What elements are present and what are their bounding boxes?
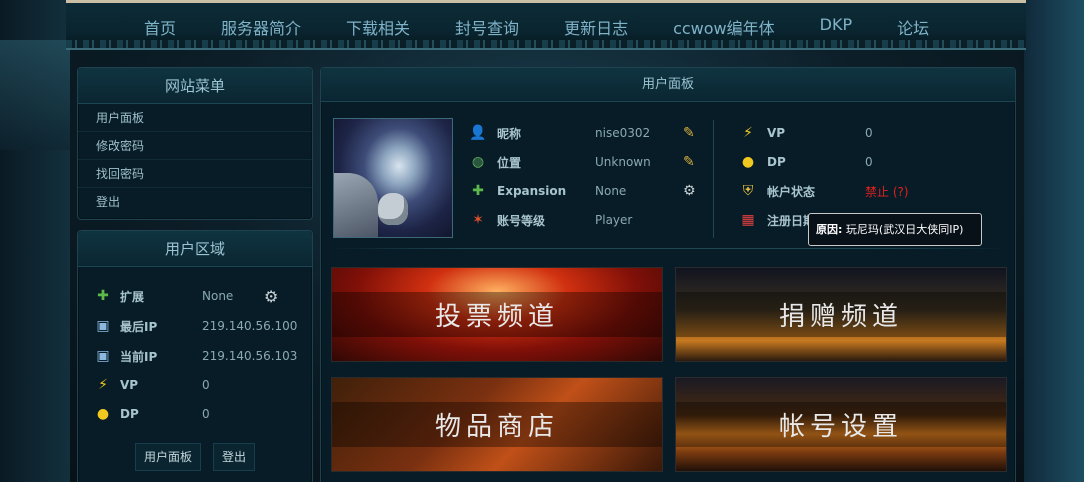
info-row-expansion: ✚ Expansion None ⚙ [469,181,696,201]
calendar-icon: ▦ [741,212,755,228]
main-panel-title: 用户面板 [321,68,1015,102]
site-menu-title: 网站菜单 [78,68,312,104]
tile-donate[interactable]: 捐赠频道 [675,267,1007,362]
pencil-icon[interactable]: ✎ [683,125,695,141]
row-label: 当前IP [120,349,158,364]
coins-icon: ● [96,406,110,422]
gear-icon[interactable]: ⚙ [683,183,696,199]
row-label: DP [120,407,139,421]
info-row-nickname: 👤 昵称 nise0302 ✎ [469,123,695,143]
nav-list: 首页 服务器简介 下载相关 封号查询 更新日志 ccwow编年体 DKP 论坛 [144,15,974,39]
info-label: 昵称 [497,126,522,141]
info-label: DP [767,155,786,169]
info-label: 帐户状态 [767,184,816,199]
globe-icon: ◍ [471,154,485,170]
tile-vote[interactable]: 投票频道 [331,267,663,362]
coins-icon: ● [741,154,755,170]
shield-icon: ⛨ [742,183,754,199]
nav-chronicle[interactable]: ccwow编年体 [673,15,775,39]
avatar-skull [378,193,408,225]
lightning-icon: ⚡ [98,377,108,393]
tile-label: 帐号设置 [676,402,1006,447]
tile-item-shop[interactable]: 物品商店 [331,377,663,472]
info-row-account-level: ✶ 账号等级 Player [469,210,683,230]
menu-item-logout[interactable]: 登出 [78,188,312,216]
tile-account-settings[interactable]: 帐号设置 [675,377,1007,472]
site-menu-list: 用户面板 修改密码 找回密码 登出 [78,104,312,216]
site-menu-panel: 网站菜单 用户面板 修改密码 找回密码 登出 [77,67,313,220]
user-area-panel: 用户区域 ✚ 扩展 None ⚙ ▣ 最后IP 219.140.56.100 ▣… [77,230,313,482]
nav-downloads[interactable]: 下载相关 [346,15,410,39]
puzzle-icon: ✚ [472,183,484,199]
tile-label: 捐赠频道 [676,292,1006,337]
tooltip-text: 玩尼玛(武汉日大侠同IP) [845,223,964,236]
puzzle-icon: ✚ [97,288,109,304]
user-area-title: 用户区域 [78,231,312,267]
pencil-icon[interactable]: ✎ [683,154,695,170]
logout-button[interactable]: 登出 [213,443,256,471]
info-value: 0 [865,126,873,140]
menu-item-user-panel[interactable]: 用户面板 [78,104,312,132]
row-value: 0 [202,407,210,421]
user-area-row-current-ip: ▣ 当前IP 219.140.56.103 [94,346,304,366]
row-label: 扩展 [120,289,145,304]
info-label: Expansion [497,184,567,198]
info-value: nise0302 [595,126,651,140]
nav-decoration [66,40,1026,48]
gear-icon[interactable]: ⚙ [264,287,278,306]
user-icon: 👤 [469,125,487,141]
user-area-row-expansion: ✚ 扩展 None ⚙ [94,286,304,306]
nav-dkp[interactable]: DKP [820,15,852,39]
row-value: 219.140.56.103 [202,349,298,363]
menu-item-recover-password[interactable]: 找回密码 [78,160,312,188]
tooltip-prefix: 原因: [816,223,843,236]
nav-forum[interactable]: 论坛 [897,15,929,39]
background-ice [0,40,70,150]
info-row-dp: ● DP 0 [739,152,953,172]
user-area-row-dp: ● DP 0 [94,404,304,424]
row-label: VP [120,378,139,392]
lightning-icon: ⚡ [743,125,753,141]
star-icon: ✶ [472,212,484,228]
nav-ban-lookup[interactable]: 封号查询 [455,15,519,39]
column-divider [713,120,714,238]
info-row-vp: ⚡ VP 0 [739,123,953,143]
monitor-icon: ▣ [96,348,110,364]
monitor-icon: ▣ [96,318,110,334]
menu-item-change-password[interactable]: 修改密码 [78,132,312,160]
status-badge[interactable]: 禁止 (?) [865,183,953,200]
info-label: 位置 [497,155,522,170]
info-label: 账号等级 [497,213,546,228]
avatar [333,118,453,238]
user-panel-button[interactable]: 用户面板 [135,443,202,471]
info-value: Player [595,213,633,227]
info-row-location: ◍ 位置 Unknown ✎ [469,152,695,172]
top-navigation: 首页 服务器简介 下载相关 封号查询 更新日志 ccwow编年体 DKP 论坛 [66,0,1026,50]
row-value: None [202,289,234,303]
info-row-account-status: ⛨ 帐户状态 禁止 (?) [739,181,953,201]
nav-home[interactable]: 首页 [144,15,176,39]
ban-reason-tooltip: 原因: 玩尼玛(武汉日大侠同IP) [808,213,982,246]
tile-label: 投票频道 [332,292,662,337]
user-area-row-vp: ⚡ VP 0 [94,375,304,395]
nav-changelog[interactable]: 更新日志 [564,15,628,39]
info-value: Unknown [595,155,651,169]
tile-label: 物品商店 [332,402,662,447]
info-label: VP [767,126,786,140]
background-right [1024,0,1084,482]
info-value: 0 [865,155,873,169]
main-user-panel: 用户面板 👤 昵称 nise0302 ✎ ◍ 位置 Unknown ✎ ✚ Ex… [320,67,1016,482]
row-value: 219.140.56.100 [202,319,298,333]
avatar-armor [334,173,378,237]
row-label: 最后IP [120,319,158,334]
user-area-row-last-ip: ▣ 最后IP 219.140.56.100 [94,316,304,336]
nav-server-intro[interactable]: 服务器简介 [221,15,301,39]
row-value: 0 [202,378,210,392]
section-divider [331,248,1007,249]
info-value: None [595,184,627,198]
